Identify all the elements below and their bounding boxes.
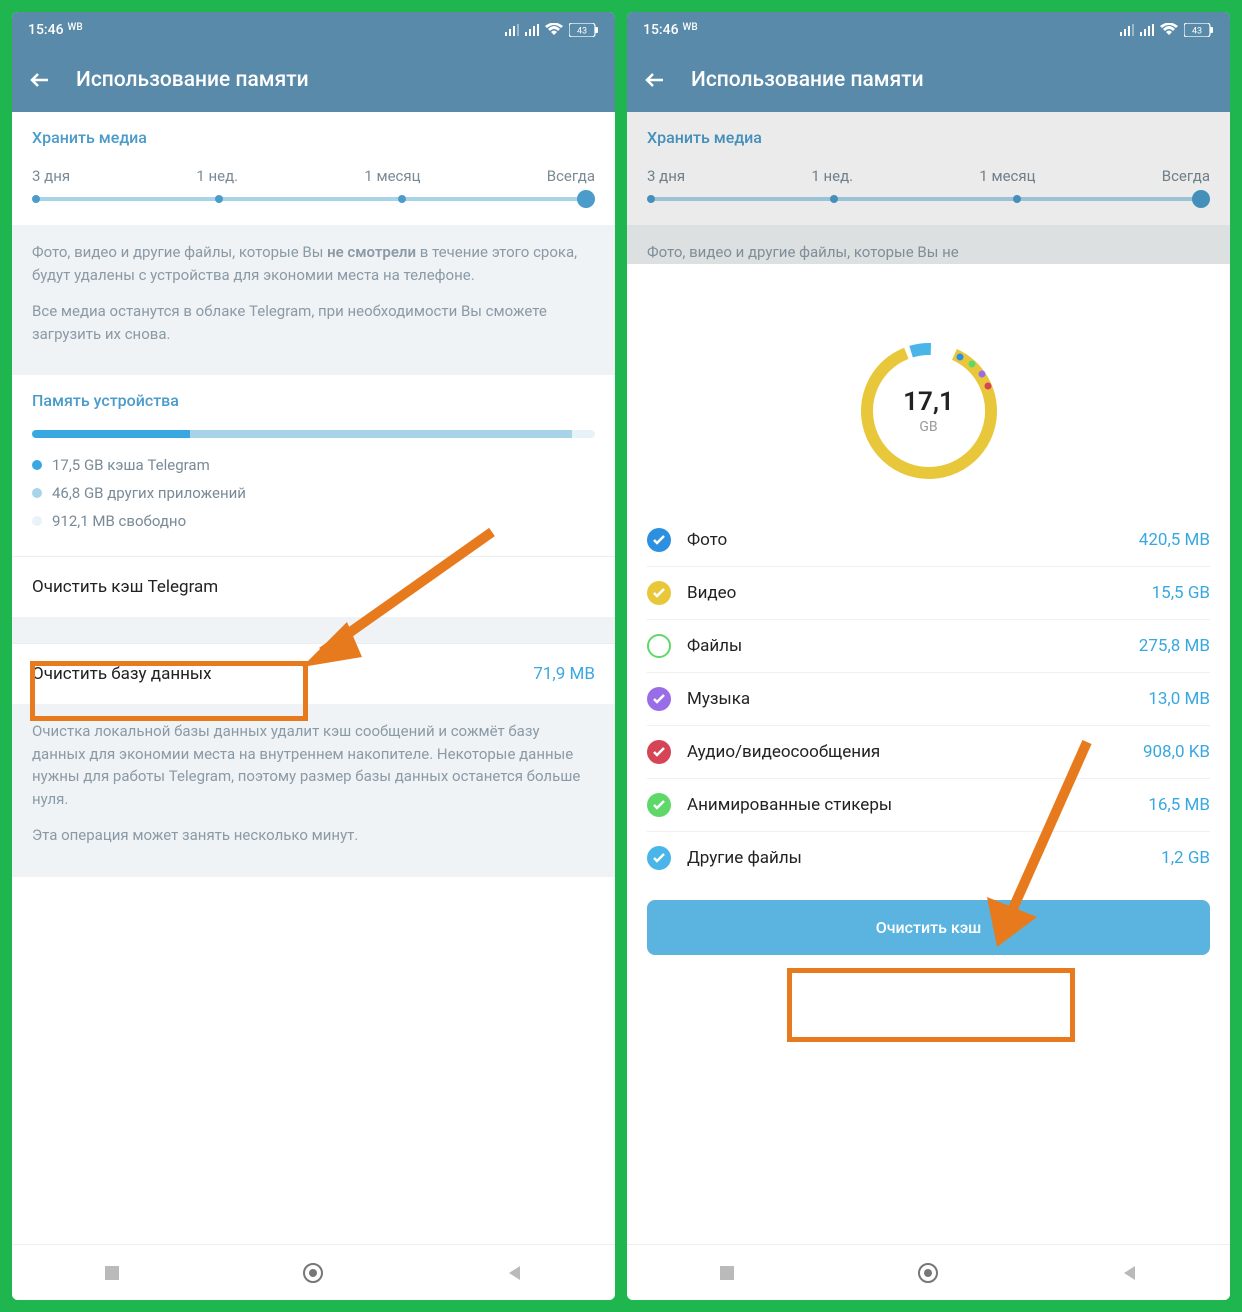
nav-bar: [627, 1244, 1230, 1300]
battery-icon: 43: [569, 23, 599, 37]
slider-thumb[interactable]: [577, 190, 595, 208]
category-row[interactable]: Анимированные стикеры 16,5 MB: [647, 779, 1210, 832]
battery-icon: 43: [1184, 23, 1214, 37]
phone-left: 15:46 WB 43 Использование памяти Хранить …: [12, 12, 615, 1300]
legend-item: 17,5 GB кэша Telegram: [32, 456, 595, 474]
category-row[interactable]: Видео 15,5 GB: [647, 567, 1210, 620]
clear-db-row[interactable]: Очистить базу данных 71,9 MB: [12, 643, 615, 704]
category-size: 1,2 GB: [1161, 848, 1210, 868]
media-info: Фото, видео и другие файлы, которые Вы н…: [12, 225, 615, 375]
category-label: Аудио/видеосообщения: [687, 742, 1127, 762]
storage-bar: [32, 430, 595, 438]
checkbox-icon[interactable]: [647, 793, 671, 817]
storage-title: Память устройства: [32, 391, 595, 410]
status-bar: 15:46 WB 43: [12, 12, 615, 48]
category-row[interactable]: Аудио/видеосообщения 908,0 KB: [647, 726, 1210, 779]
nav-recent-icon[interactable]: [718, 1264, 736, 1282]
clear-cache-row[interactable]: Очистить кэш Telegram: [12, 556, 615, 617]
category-label: Видео: [687, 583, 1136, 603]
wifi-icon: [545, 23, 563, 37]
nav-back-icon[interactable]: [1121, 1264, 1139, 1282]
slider-label[interactable]: 1 месяц: [364, 167, 420, 185]
nav-home-icon[interactable]: [917, 1262, 939, 1284]
clear-db-size: 71,9 MB: [533, 664, 595, 684]
category-size: 13,0 MB: [1148, 689, 1210, 709]
donut-unit: GB: [919, 419, 937, 435]
clear-cache-button[interactable]: Очистить кэш: [647, 900, 1210, 955]
wifi-icon: [1160, 23, 1178, 37]
category-row[interactable]: Музыка 13,0 MB: [647, 673, 1210, 726]
slider-label[interactable]: 1 нед.: [196, 167, 238, 185]
signal-icon-2: [1140, 24, 1154, 36]
keep-media-title: Хранить медиа: [32, 128, 595, 147]
svg-text:43: 43: [1192, 27, 1202, 37]
status-wb: WB: [68, 22, 83, 33]
category-size: 420,5 MB: [1139, 530, 1210, 550]
clear-cache-label: Очистить кэш Telegram: [32, 577, 218, 597]
category-label: Файлы: [687, 636, 1123, 656]
category-row[interactable]: Другие файлы 1,2 GB: [647, 832, 1210, 884]
back-icon[interactable]: [643, 68, 667, 92]
category-label: Фото: [687, 530, 1123, 550]
checkbox-icon[interactable]: [647, 846, 671, 870]
clear-db-label: Очистить базу данных: [32, 664, 212, 684]
db-info: Очистка локальной базы данных удалит кэш…: [12, 704, 615, 877]
category-row[interactable]: Файлы 275,8 MB: [647, 620, 1210, 673]
slider-label[interactable]: Всегда: [547, 167, 595, 185]
status-icons: 43: [505, 23, 599, 37]
category-size: 15,5 GB: [1152, 583, 1210, 603]
dimmed-background: Хранить медиа 3 дня 1 нед. 1 месяц Всегд…: [627, 112, 1230, 264]
status-time: 15:46: [28, 22, 64, 38]
signal-icon: [505, 24, 519, 36]
header: Использование памяти: [12, 48, 615, 112]
signal-icon-2: [525, 24, 539, 36]
category-size: 275,8 MB: [1139, 636, 1210, 656]
category-label: Музыка: [687, 689, 1132, 709]
category-label: Анимированные стикеры: [687, 795, 1132, 815]
status-bar: 15:46WB 43: [627, 12, 1230, 48]
back-icon[interactable]: [28, 68, 52, 92]
checkbox-icon[interactable]: [647, 528, 671, 552]
signal-icon: [1120, 24, 1134, 36]
nav-home-icon[interactable]: [302, 1262, 324, 1284]
keep-media-section: Хранить медиа 3 дня 1 нед. 1 месяц Всегд…: [12, 112, 615, 225]
checkbox-icon[interactable]: [647, 634, 671, 658]
nav-back-icon[interactable]: [506, 1264, 524, 1282]
category-label: Другие файлы: [687, 848, 1145, 868]
cache-sheet: 17,1 GB Фото 420,5 MB Видео 15,5 GB Файлы 275…: [627, 312, 1230, 1244]
svg-text:43: 43: [577, 27, 587, 37]
checkbox-icon[interactable]: [647, 687, 671, 711]
nav-recent-icon[interactable]: [103, 1264, 121, 1282]
header: Использование памяти: [627, 48, 1230, 112]
checkbox-icon[interactable]: [647, 581, 671, 605]
slider-track[interactable]: [36, 197, 591, 201]
category-row[interactable]: Фото 420,5 MB: [647, 514, 1210, 567]
page-title: Использование памяти: [76, 68, 309, 92]
category-size: 908,0 KB: [1143, 742, 1210, 762]
phone-right: 15:46WB 43 Использование памяти Хранить …: [627, 12, 1230, 1300]
legend-item: 46,8 GB других приложений: [32, 484, 595, 502]
slider-label[interactable]: 3 дня: [32, 167, 70, 185]
nav-bar: [12, 1244, 615, 1300]
checkbox-icon[interactable]: [647, 740, 671, 764]
storage-donut: 17,1 GB: [854, 336, 1004, 486]
legend-item: 912,1 MB свободно: [32, 512, 595, 530]
donut-value: 17,1: [903, 387, 954, 417]
device-storage-section: Память устройства 17,5 GB кэша Telegram 4…: [12, 375, 615, 556]
category-size: 16,5 MB: [1148, 795, 1210, 815]
